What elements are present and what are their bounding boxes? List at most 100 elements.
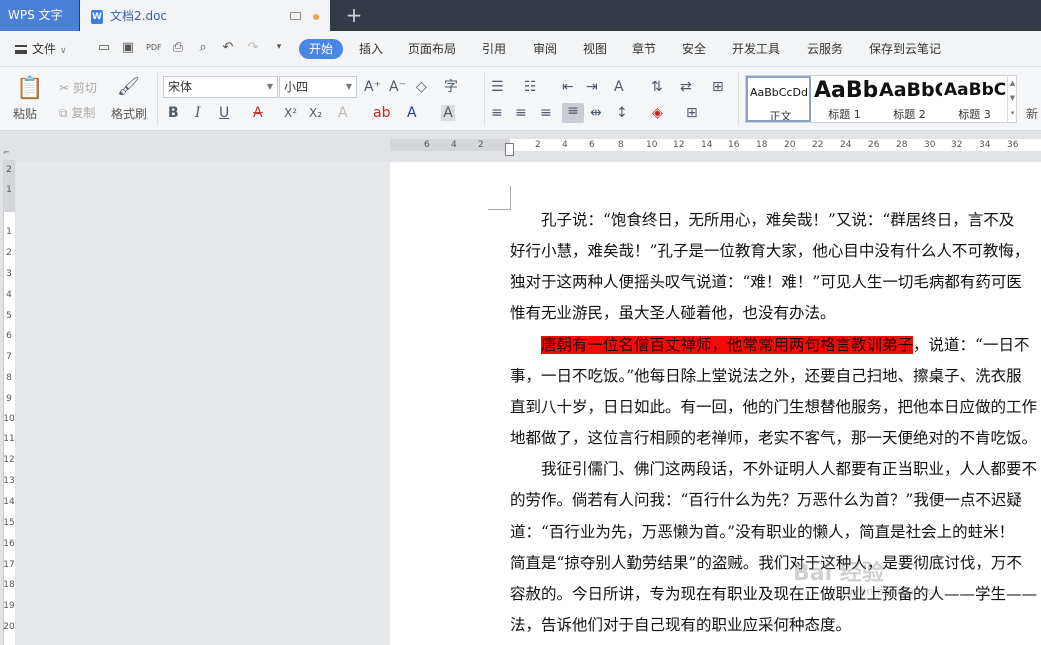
justify-icon[interactable]: ≡ — [562, 103, 584, 123]
cut-button[interactable]: ✂ 剪切 — [59, 81, 97, 95]
file-menu-button[interactable]: 文件 ∨ — [15, 40, 67, 57]
paragraph-line[interactable]: 的劳作。倘若有人问我：“百行什么为先？万恶什么为首？”我便一点不迟疑 — [510, 490, 1022, 510]
style-sample: AaBbC — [879, 79, 942, 101]
new-style-button[interactable]: 新 — [1026, 107, 1038, 121]
highlight-color-icon[interactable]: ab — [373, 105, 390, 121]
chevron-down-icon: ▼ — [345, 82, 352, 91]
style-name: 标题 2 — [893, 108, 926, 121]
line-break-icon[interactable]: ⇄ — [680, 79, 692, 95]
font-color-icon[interactable]: A — [407, 105, 417, 121]
tab-security[interactable]: 安全 — [682, 41, 706, 57]
style-heading-3[interactable]: AaBbC 标题 3 — [942, 76, 1007, 122]
indent-marker[interactable] — [505, 143, 514, 156]
show-marks-icon[interactable]: ⊞ — [712, 79, 724, 95]
print-icon[interactable]: ⎙ — [171, 41, 185, 54]
paragraph-line[interactable]: 我征引儒门、佛门这两段话，不外证明人人都要有正当职业，人人都要不 — [510, 459, 1037, 479]
borders-icon[interactable]: ⊞ — [686, 105, 698, 121]
paste-icon[interactable]: 📋 — [16, 77, 43, 101]
align-left-icon[interactable]: ≡ — [491, 105, 503, 121]
print-preview-icon[interactable]: ⌕ — [196, 41, 210, 54]
ruler-tick-label: 30 — [924, 140, 936, 150]
paragraph-line[interactable]: 简直是“掠夺别人勤劳结果”的盗贼。我们对于这种人，是要彻底讨伐，万不 — [510, 553, 1022, 573]
align-right-icon[interactable]: ≡ — [540, 105, 552, 121]
new-tab-button[interactable]: + — [343, 3, 365, 27]
tab-cloud[interactable]: 云服务 — [807, 41, 843, 57]
sort-icon[interactable]: ⇅ — [651, 79, 663, 95]
superscript-button[interactable]: X² — [284, 105, 297, 121]
bold-button[interactable]: B — [168, 105, 179, 121]
monitor-icon[interactable] — [290, 12, 301, 20]
format-painter-button[interactable]: 格式刷 — [111, 107, 147, 121]
distributed-align-icon[interactable]: ⇹ — [590, 105, 602, 121]
font-size-value: 小四 — [284, 80, 309, 94]
vruler-tick-label: 1 — [6, 227, 12, 237]
copy-button[interactable]: ⧉ 复制 — [59, 106, 95, 120]
paragraph-line[interactable]: 地都做了，这位言行相顾的老禅师，老实不客气，那一天便绝对的不肯吃饭。 — [510, 428, 1037, 448]
strikethrough-icon[interactable]: A — [253, 105, 263, 121]
style-normal[interactable]: AaBbCcDd 正文 — [746, 76, 811, 122]
numbered-list-icon[interactable]: ☷ — [524, 79, 537, 95]
tab-review[interactable]: 审阅 — [533, 41, 557, 57]
paragraph-line[interactable]: 容赦的。今日所讲，专为现在有职业及现在正做职业上预备的人——学生—— — [510, 584, 1037, 604]
tab-save-cloud-notes[interactable]: 保存到云笔记 — [869, 41, 941, 57]
decrease-indent-icon[interactable]: ⇤ — [562, 79, 574, 95]
save-icon[interactable]: ▣ — [121, 41, 135, 54]
copy-label: 复制 — [71, 106, 96, 120]
paragraph-line[interactable]: 事，一日不吃饭。”他每日除上堂说法之外，还要自己扫地、擦桌子、洗衣服 — [510, 366, 1022, 386]
grow-font-icon[interactable]: A⁺ — [364, 79, 381, 95]
style-name: 标题 1 — [828, 108, 861, 121]
tab-chapter[interactable]: 章节 — [632, 41, 656, 57]
font-family-select[interactable]: 宋体 ▼ — [163, 76, 278, 98]
ribbon-divider — [157, 73, 158, 125]
subscript-button[interactable]: X₂ — [309, 105, 322, 121]
phonetic-guide-icon[interactable]: 字 — [444, 79, 458, 95]
style-heading-1[interactable]: AaBb 标题 1 — [812, 76, 877, 122]
tab-insert[interactable]: 插入 — [359, 41, 383, 57]
tab-references[interactable]: 引用 — [482, 41, 506, 57]
paste-button[interactable]: 粘贴 — [13, 107, 37, 121]
paragraph-line[interactable]: 道：“百行业为先，万恶懒为首。”没有职业的懒人，简直是社会上的蛀米！ — [510, 522, 1014, 542]
wps-app-tab[interactable]: WPS 文字 — [0, 0, 79, 31]
paragraph-line[interactable]: 独对于这两种人便摇头叹气说道：“难！难！”可见人生一切毛病都有药可医 — [510, 272, 1022, 292]
clear-format-icon[interactable]: ◇ — [416, 79, 427, 95]
gallery-scroll[interactable]: ▲ ▼ ▾ — [1007, 76, 1017, 122]
vruler-tick-label: 6 — [6, 331, 12, 341]
redo-icon[interactable]: ↷ — [246, 41, 260, 54]
paragraph-line[interactable]: 直到八十岁，日日如此。有一回，他的门生想替他服务，把他本日应做的工作 — [510, 397, 1037, 417]
ruler-tick-label: 12 — [673, 140, 685, 150]
underline-button[interactable]: U — [219, 105, 229, 121]
tab-developer[interactable]: 开发工具 — [732, 41, 780, 57]
char-shading-icon[interactable]: A — [441, 105, 455, 121]
paragraph-line[interactable]: 孔子说：“饱食终日，无所用心，难矣哉！”又说：“群居终日，言不及 — [510, 210, 1014, 230]
increase-indent-icon[interactable]: ⇥ — [586, 79, 598, 95]
paragraph-line[interactable]: 法，告诉他们对于自己现有的职业应采何种态度。 — [510, 615, 851, 635]
chevron-down-icon: ▼ — [266, 82, 273, 91]
paragraph-line[interactable]: 好行小慧，难矣哉！”孔子是一位教育大家，他心目中没有什么人不可教悔， — [510, 241, 1029, 261]
vruler-tick-label: 13 — [3, 476, 15, 486]
align-center-icon[interactable]: ≡ — [515, 105, 527, 121]
format-painter-icon[interactable]: 🖌 — [117, 78, 140, 101]
text-effect-icon[interactable]: A — [338, 105, 348, 121]
highlighted-sentence[interactable]: 唐朝有一位名僧百丈禅师，他常常用两句格言教训弟子 — [541, 336, 914, 354]
open-folder-icon[interactable]: ▭ — [97, 41, 111, 54]
chinese-layout-icon[interactable]: A — [614, 79, 624, 95]
paragraph-line[interactable]: 唐朝有一位名僧百丈禅师，他常常用两句格言教训弟子，说道：“一日不 — [510, 335, 1029, 355]
line-spacing-icon[interactable]: ↕ — [616, 105, 628, 121]
bullet-list-icon[interactable]: ☰ — [491, 79, 504, 95]
document-tab[interactable]: W 文档2.doc — [80, 0, 330, 31]
copy-icon: ⧉ — [59, 106, 68, 120]
paragraph-line[interactable]: 惟有无业游民，虽大圣人碰着他，也没有办法。 — [510, 303, 836, 323]
font-size-select[interactable]: 小四 ▼ — [279, 76, 357, 98]
tab-start[interactable]: 开始 — [299, 39, 343, 59]
italic-button[interactable]: I — [195, 105, 201, 121]
customize-toolbar-icon[interactable]: ▾ — [272, 41, 286, 54]
tab-view[interactable]: 视图 — [583, 41, 607, 57]
shrink-font-icon[interactable]: A⁻ — [389, 79, 406, 95]
paragraph-shading-icon[interactable]: ◈ — [652, 105, 663, 121]
vruler-tick-label: 19 — [3, 601, 15, 611]
pdf-export-icon[interactable]: PDF — [146, 41, 162, 54]
undo-icon[interactable]: ↶ — [221, 41, 235, 54]
tab-stop-selector[interactable]: ⌐ — [3, 148, 10, 157]
style-heading-2[interactable]: AaBbC 标题 2 — [877, 76, 942, 122]
tab-page-layout[interactable]: 页面布局 — [408, 41, 456, 57]
